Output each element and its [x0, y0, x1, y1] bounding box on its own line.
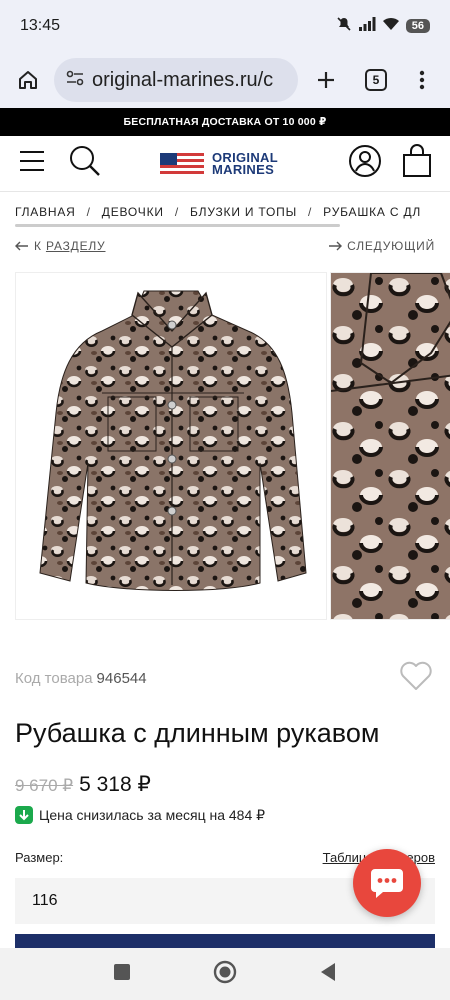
chat-button[interactable] [353, 849, 421, 917]
breadcrumb-item-blouses[interactable]: БЛУЗКИ И ТОПЫ [190, 205, 297, 219]
sku-row: Код товара 946544 [15, 660, 432, 696]
breadcrumb: ГЛАВНАЯ / ДЕВОЧКИ / БЛУЗКИ И ТОПЫ / РУБА… [0, 192, 450, 232]
wifi-icon [382, 16, 400, 37]
browser-toolbar: original-marines.ru/c 5 [0, 52, 450, 108]
product-image-main[interactable] [15, 272, 327, 620]
address-bar[interactable]: original-marines.ru/c [54, 58, 298, 102]
product-gallery[interactable] [15, 272, 450, 620]
price-drop-text: Цена снизилась за месяц на 484 ₽ [39, 806, 266, 823]
breadcrumb-item-girls[interactable]: ДЕВОЧКИ [102, 205, 164, 219]
home-nav-icon[interactable] [213, 960, 237, 989]
new-tab-icon[interactable] [308, 62, 344, 98]
mute-icon [336, 16, 352, 37]
more-menu-icon[interactable] [404, 62, 440, 98]
product-title: Рубашка с длинным рукавом [15, 718, 380, 748]
battery-indicator: 56 [405, 19, 430, 33]
flag-icon [160, 153, 204, 175]
brand-logo[interactable]: ORIGINAL MARINES [160, 150, 278, 177]
cart-icon[interactable] [402, 144, 432, 183]
product-image-detail[interactable] [330, 272, 450, 620]
signal-icon [358, 16, 376, 37]
size-selected-value: 116 [32, 892, 58, 909]
size-label: Размер: [15, 850, 64, 865]
site-settings-icon[interactable] [66, 70, 84, 91]
add-to-cart-button[interactable] [15, 934, 435, 948]
old-price: 9 670 ₽ [15, 776, 74, 795]
recents-icon[interactable] [113, 963, 131, 986]
site-header: ORIGINAL MARINES [0, 136, 450, 192]
chat-icon [371, 869, 403, 898]
status-time: 13:45 [20, 17, 61, 34]
menu-icon[interactable] [18, 149, 46, 178]
search-icon[interactable] [68, 144, 102, 183]
price-drop-note: Цена снизилась за месяц на 484 ₽ [15, 806, 265, 824]
brand-name: ORIGINAL MARINES [212, 150, 278, 177]
tab-count: 5 [365, 69, 387, 91]
heart-icon[interactable] [400, 661, 432, 695]
sku-label: Код товара [15, 669, 93, 687]
promo-banner[interactable]: БЕСПЛАТНАЯ ДОСТАВКА ОТ 10 000 ₽ [0, 108, 450, 136]
breadcrumb-item-home[interactable]: ГЛАВНАЯ [15, 205, 76, 219]
current-price: 5 318 ₽ [79, 773, 151, 796]
arrow-right-icon [329, 241, 343, 251]
product-nav: К РАЗДЕЛУ СЛЕДУЮЩИЙ [0, 232, 450, 260]
price-row: 9 670 ₽ 5 318 ₽ [15, 772, 151, 797]
promo-text: БЕСПЛАТНАЯ ДОСТАВКА ОТ 10 000 ₽ [123, 116, 327, 128]
url-text: original-marines.ru/c [92, 68, 274, 91]
home-icon[interactable] [10, 62, 46, 98]
sku-value: 946544 [96, 669, 147, 687]
system-navigation-bar [0, 948, 450, 1000]
breadcrumb-scrollbar[interactable] [15, 224, 340, 227]
arrow-left-icon [15, 241, 28, 251]
next-product-link[interactable]: СЛЕДУЮЩИЙ [328, 239, 435, 253]
breadcrumb-item-current: РУБАШКА С ДЛ [323, 205, 422, 219]
back-to-section-link[interactable]: К РАЗДЕЛУ [15, 239, 106, 253]
arrow-down-icon [15, 806, 33, 824]
account-icon[interactable] [348, 144, 382, 183]
status-bar: 13:45 56 [0, 0, 450, 52]
tab-switcher-button[interactable]: 5 [358, 62, 394, 98]
back-nav-icon[interactable] [319, 962, 337, 987]
status-icons: 56 [336, 16, 430, 37]
